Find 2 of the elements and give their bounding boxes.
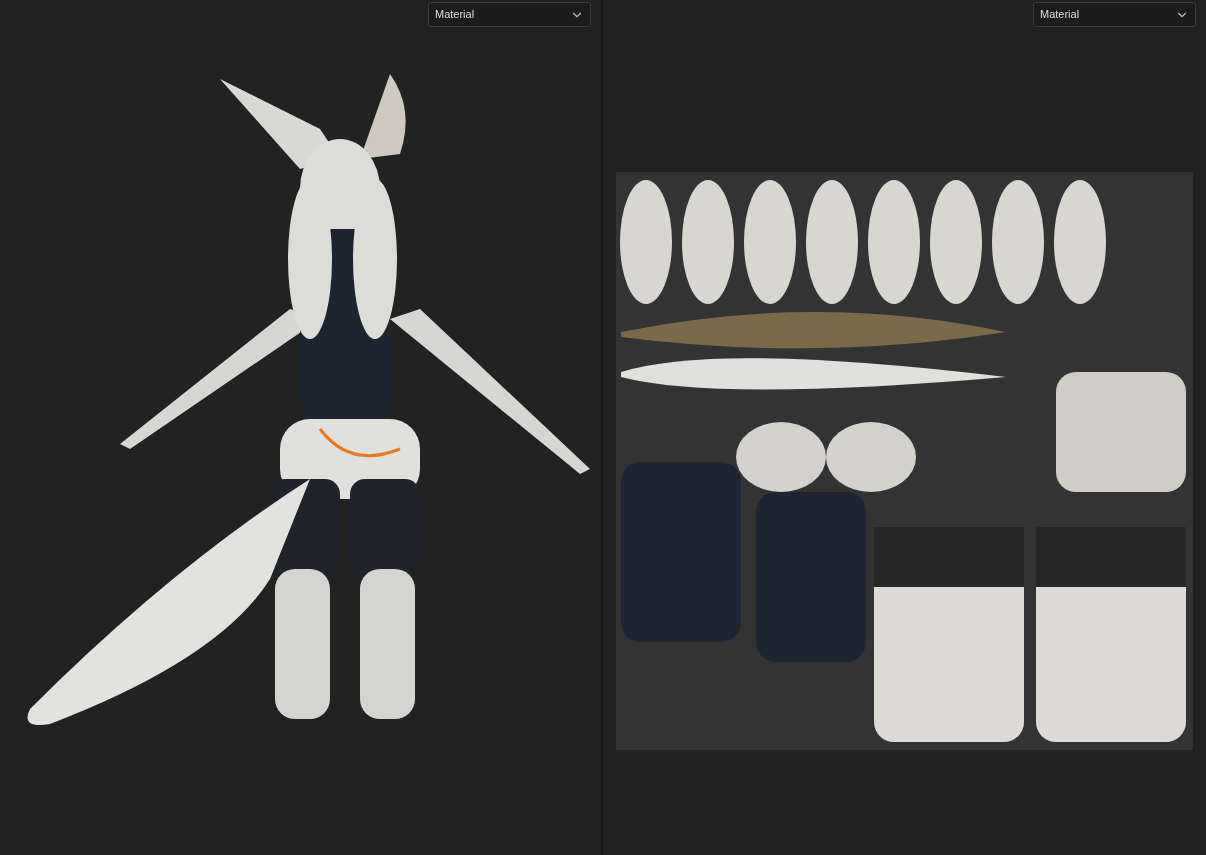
view-mode-dropdown[interactable]: Material <box>1033 2 1196 27</box>
view-mode-dropdown[interactable]: Material <box>428 2 591 27</box>
